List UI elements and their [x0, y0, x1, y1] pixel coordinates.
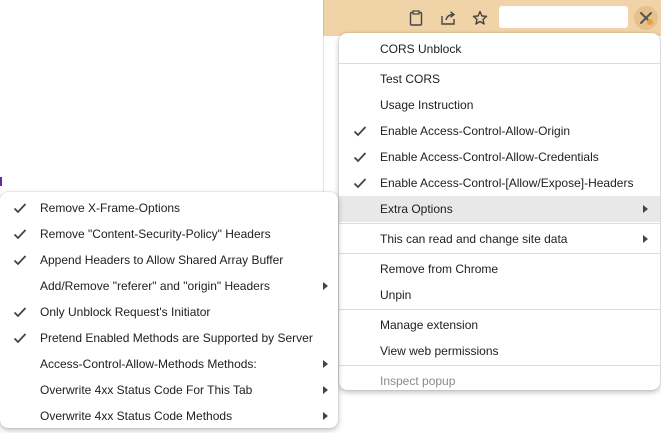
submenu-item-allow-methods[interactable]: Access-Control-Allow-Methods Methods:	[0, 351, 338, 377]
menu-item-inspect-popup: Inspect popup	[380, 374, 456, 388]
page-divider	[323, 36, 324, 196]
menu-item-view-permissions[interactable]: View web permissions	[339, 338, 660, 364]
checkmark-icon	[353, 126, 367, 137]
chevron-right-icon	[323, 412, 328, 420]
menu-separator	[339, 63, 660, 64]
chevron-right-icon	[643, 235, 648, 243]
checkmark-icon	[353, 152, 367, 163]
submenu-item-overwrite-4xx-tab[interactable]: Overwrite 4xx Status Code For This Tab	[0, 377, 338, 403]
menu-item-allow-origin[interactable]: Enable Access-Control-Allow-Origin	[339, 118, 660, 144]
checkmark-icon	[13, 255, 27, 266]
menu-separator	[339, 253, 660, 254]
menu-item-remove-from-chrome[interactable]: Remove from Chrome	[339, 256, 660, 282]
address-bar[interactable]	[499, 6, 628, 28]
menu-item-usage-instruction[interactable]: Usage Instruction	[339, 92, 660, 118]
chevron-right-icon	[323, 282, 328, 290]
cors-extension-icon[interactable]	[634, 6, 658, 30]
menu-item-allow-expose-headers[interactable]: Enable Access-Control-[Allow/Expose]-Hea…	[339, 170, 660, 196]
chevron-right-icon	[323, 360, 328, 368]
browser-toolbar	[323, 0, 661, 36]
extra-options-submenu: Remove X-Frame-Options Remove "Content-S…	[0, 192, 338, 428]
submenu-item-remove-x-frame-options[interactable]: Remove X-Frame-Options	[0, 195, 338, 221]
submenu-item-shared-array-buffer[interactable]: Append Headers to Allow Shared Array Buf…	[0, 247, 338, 273]
checkmark-icon	[13, 333, 27, 344]
submenu-item-overwrite-4xx-methods[interactable]: Overwrite 4xx Status Code Methods	[0, 403, 338, 429]
checkmark-icon	[13, 229, 27, 240]
page-fragment	[0, 177, 2, 186]
clipboard-icon[interactable]	[407, 9, 425, 27]
menu-separator	[339, 223, 660, 224]
checkmark-icon	[13, 307, 27, 318]
chevron-right-icon	[323, 386, 328, 394]
menu-item-site-data[interactable]: This can read and change site data	[339, 226, 660, 252]
share-icon[interactable]	[439, 9, 457, 27]
menu-item-extra-options[interactable]: Extra Options	[339, 196, 660, 222]
submenu-item-remove-csp-headers[interactable]: Remove "Content-Security-Policy" Headers	[0, 221, 338, 247]
checkmark-icon	[353, 178, 367, 189]
checkmark-icon	[13, 203, 27, 214]
menu-separator	[339, 309, 660, 310]
menu-item-allow-credentials[interactable]: Enable Access-Control-Allow-Credentials	[339, 144, 660, 170]
menu-item-manage-extension[interactable]: Manage extension	[339, 312, 660, 338]
submenu-item-only-unblock-initiator[interactable]: Only Unblock Request's Initiator	[0, 299, 338, 325]
menu-item-test-cors[interactable]: Test CORS	[339, 66, 660, 92]
extension-context-menu: CORS Unblock Test CORS Usage Instruction…	[339, 33, 660, 390]
submenu-item-pretend-methods-supported[interactable]: Pretend Enabled Methods are Supported by…	[0, 325, 338, 351]
star-icon[interactable]	[471, 9, 489, 27]
submenu-item-referer-origin-headers[interactable]: Add/Remove "referer" and "origin" Header…	[0, 273, 338, 299]
menu-item-unpin[interactable]: Unpin	[339, 282, 660, 308]
menu-separator	[339, 365, 660, 366]
menu-title[interactable]: CORS Unblock	[339, 36, 660, 62]
chevron-right-icon	[643, 205, 648, 213]
